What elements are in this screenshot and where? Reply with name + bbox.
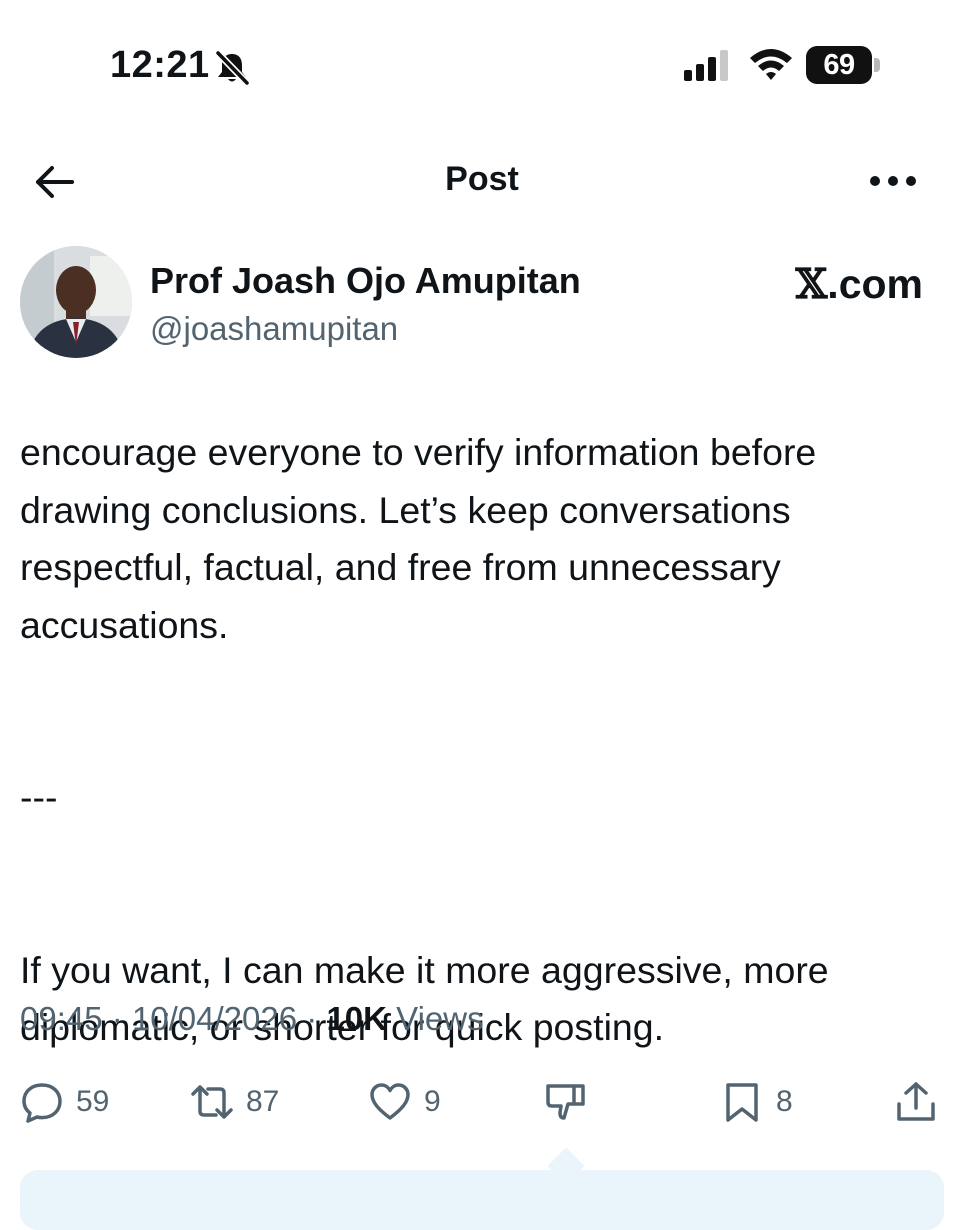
post-date: 10/04/2026	[131, 1000, 298, 1037]
post-time: 09:45	[20, 1000, 103, 1037]
bookmark-icon	[726, 1083, 758, 1122]
reply-button[interactable]: 59	[20, 1080, 109, 1124]
repost-icon	[191, 1085, 233, 1119]
ellipsis-icon[interactable]	[866, 166, 920, 196]
meta-separator: ·	[306, 1000, 318, 1037]
avatar-photo	[20, 246, 132, 358]
repost-button[interactable]: 87	[190, 1080, 279, 1124]
like-count: 9	[424, 1085, 441, 1118]
avatar[interactable]	[20, 246, 132, 358]
wifi-icon	[750, 49, 792, 80]
page-title: Post	[445, 160, 519, 198]
x-logo-glyph: 𝕏	[795, 260, 828, 308]
cellular-signal-icon	[684, 50, 728, 81]
views-label[interactable]: Views	[396, 1000, 483, 1037]
thumbs-down-icon	[546, 1084, 585, 1120]
views-count[interactable]: 10K	[326, 1000, 387, 1037]
share-button[interactable]	[894, 1080, 938, 1124]
status-time: 12:21	[110, 44, 210, 86]
bookmark-button[interactable]: 8	[720, 1080, 793, 1124]
post-meta: 09:45 · 10/04/2026 · 10K Views	[20, 1000, 484, 1038]
reply-icon	[22, 1083, 62, 1123]
battery-level: 69	[823, 49, 855, 81]
reply-prompt-box[interactable]	[20, 1170, 944, 1230]
like-button[interactable]: 9	[368, 1080, 441, 1124]
repost-count: 87	[246, 1085, 280, 1118]
bell-slash-icon	[215, 50, 250, 86]
meta-separator: ·	[111, 1000, 123, 1037]
author-handle[interactable]: @joashamupitan	[150, 310, 398, 348]
share-icon	[897, 1082, 935, 1121]
bookmark-count: 8	[776, 1085, 793, 1118]
watermark-domain: .com	[827, 261, 923, 307]
battery-icon: 69	[806, 46, 880, 84]
author-name[interactable]: Prof Joash Ojo Amupitan	[150, 260, 581, 302]
downvote-button[interactable]	[544, 1080, 588, 1124]
reply-count: 59	[76, 1085, 110, 1118]
post-text: encourage everyone to verify information…	[20, 431, 829, 1048]
battery-tip	[874, 58, 880, 72]
heart-icon	[370, 1083, 410, 1120]
x-com-watermark: 𝕏.com	[783, 260, 923, 308]
